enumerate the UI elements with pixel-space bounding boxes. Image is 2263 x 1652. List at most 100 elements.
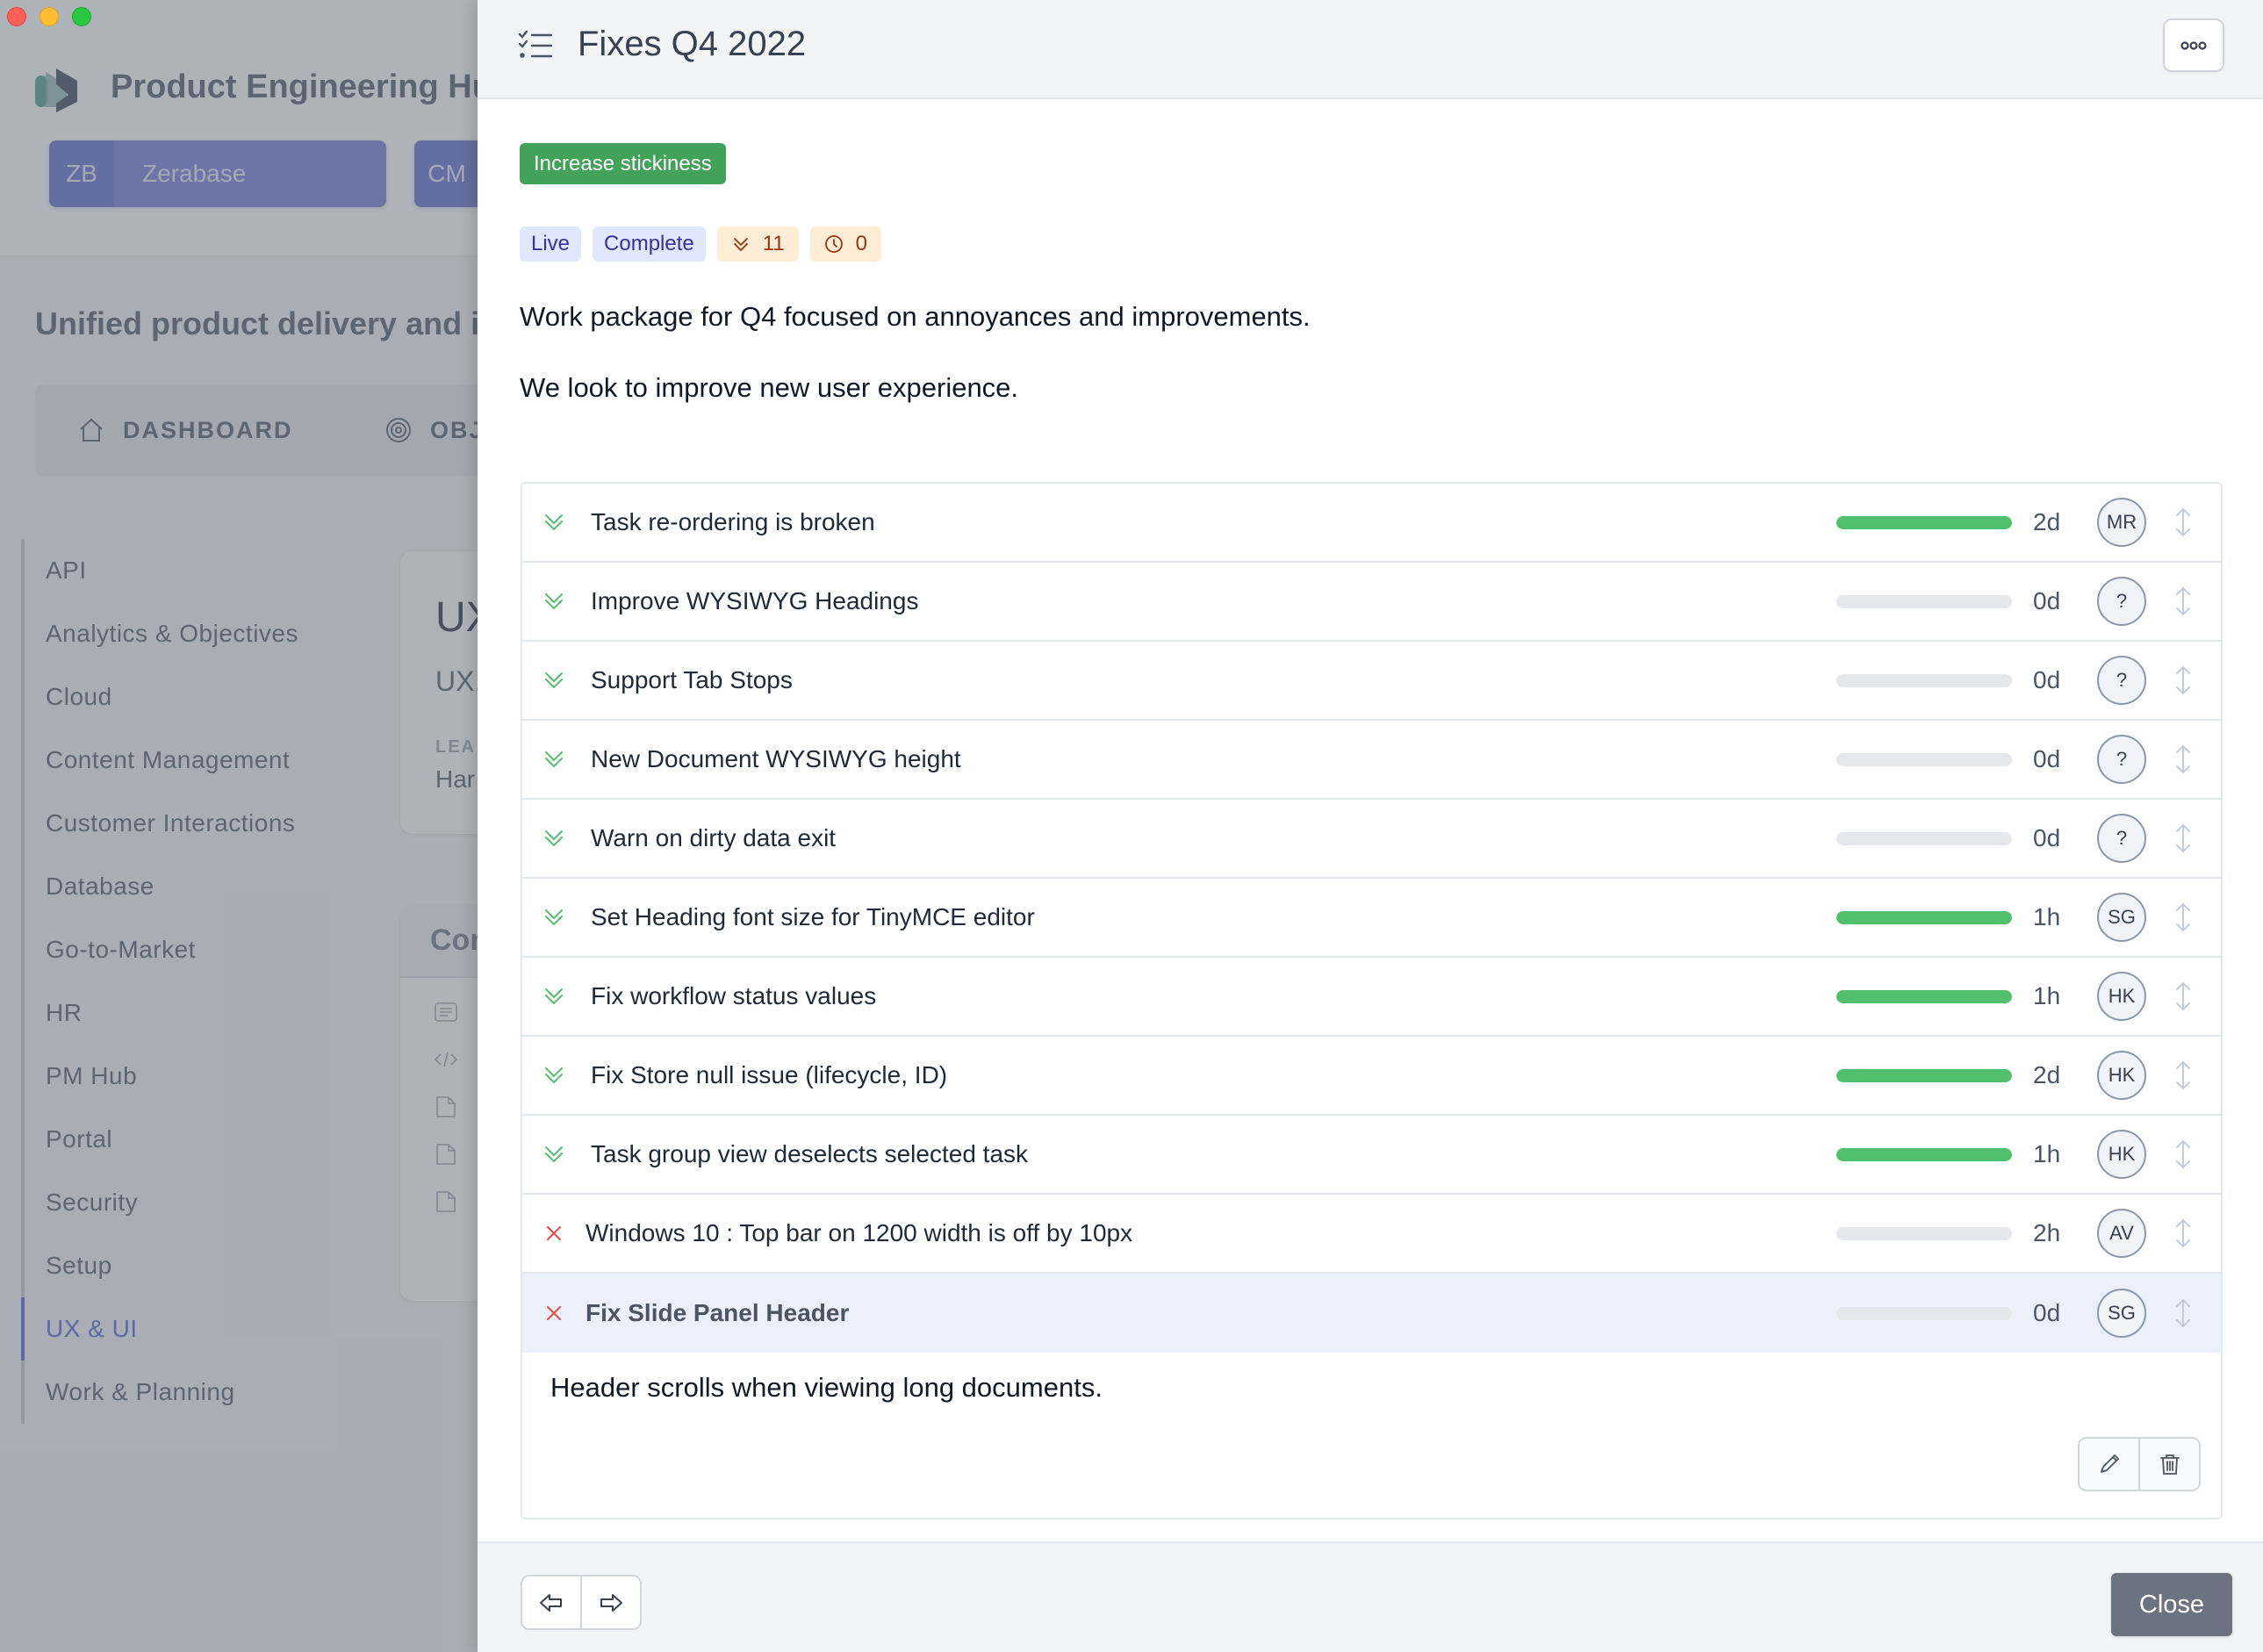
task-row[interactable]: Task group view deselects selected task 1…	[522, 1116, 2221, 1195]
drag-vertical-icon	[2176, 1060, 2190, 1090]
task-name[interactable]: Fix workflow status values	[591, 982, 876, 1010]
drag-handle[interactable]	[2173, 901, 2194, 933]
drag-vertical-icon	[2176, 1218, 2190, 1248]
drag-handle[interactable]	[2173, 1297, 2194, 1329]
badge-row: Live Complete 11 0	[520, 226, 882, 262]
task-done-status[interactable]	[540, 666, 568, 694]
checklist-icon	[518, 30, 553, 58]
assignee-avatar[interactable]: HK	[2097, 972, 2146, 1021]
task-row[interactable]: Windows 10 : Top bar on 1200 width is of…	[522, 1195, 2221, 1274]
drag-handle[interactable]	[2173, 664, 2194, 696]
double-check-icon	[545, 1067, 563, 1084]
assignee-avatar[interactable]: SG	[2097, 893, 2146, 942]
task-name[interactable]: Windows 10 : Top bar on 1200 width is of…	[586, 1219, 1132, 1247]
task-name[interactable]: Task re-ordering is broken	[591, 508, 875, 536]
task-detail: Header scrolls when viewing long documen…	[522, 1353, 2221, 1518]
drag-handle[interactable]	[2173, 822, 2194, 854]
task-done-status[interactable]	[540, 587, 568, 615]
window-minimize-button[interactable]	[40, 7, 59, 26]
task-row[interactable]: Fix Slide Panel Header 0d SG	[522, 1274, 2221, 1353]
task-duration: 2h	[2033, 1219, 2061, 1246]
task-done-status[interactable]	[540, 1140, 568, 1168]
drag-handle[interactable]	[2173, 980, 2194, 1012]
arrow-right-icon	[600, 1593, 622, 1612]
double-check-icon	[545, 514, 563, 531]
double-check-icon	[545, 988, 563, 1005]
assignee-avatar[interactable]: AV	[2097, 1209, 2146, 1258]
more-icon	[2180, 40, 2207, 50]
pending-count-badge: 0	[809, 226, 882, 262]
assignee-avatar[interactable]: SG	[2097, 1289, 2146, 1338]
task-done-status[interactable]	[540, 1061, 568, 1089]
assignee-avatar[interactable]: HK	[2097, 1130, 2146, 1179]
task-done-status[interactable]	[540, 508, 568, 536]
task-name[interactable]: Fix Slide Panel Header	[586, 1299, 849, 1327]
assignee-avatar[interactable]: ?	[2097, 656, 2146, 705]
task-name[interactable]: Fix Store null issue (lifecycle, ID)	[591, 1061, 947, 1089]
task-row[interactable]: Warn on dirty data exit 0d?	[522, 800, 2221, 879]
previous-button[interactable]	[522, 1577, 580, 1628]
drag-handle[interactable]	[2173, 506, 2194, 538]
more-menu-button[interactable]	[2163, 18, 2224, 72]
task-done-status[interactable]	[540, 824, 568, 852]
task-progress-bar	[1836, 752, 2012, 766]
task-name[interactable]: Support Tab Stops	[591, 666, 793, 694]
task-name[interactable]: Warn on dirty data exit	[591, 824, 836, 852]
arrow-left-icon	[540, 1593, 562, 1612]
task-row[interactable]: Fix workflow status values 1h HK	[522, 958, 2221, 1037]
task-failed-status[interactable]	[540, 1299, 568, 1327]
assignee-avatar[interactable]: ?	[2097, 735, 2146, 784]
drag-handle[interactable]	[2173, 743, 2194, 775]
close-button[interactable]: Close	[2111, 1573, 2232, 1636]
drag-handle[interactable]	[2173, 1059, 2194, 1091]
task-duration: 1h	[2033, 1140, 2061, 1167]
double-check-icon	[733, 238, 748, 252]
task-done-status[interactable]	[540, 982, 568, 1010]
delete-task-button[interactable]	[2138, 1439, 2199, 1490]
task-progress-fill	[1836, 910, 2012, 924]
goal-chip[interactable]: Increase stickiness	[520, 143, 726, 184]
window-zoom-button[interactable]	[72, 7, 91, 26]
task-progress-bar	[1836, 1147, 2012, 1161]
task-progress-fill	[1836, 515, 2012, 529]
drag-handle[interactable]	[2173, 1217, 2194, 1249]
task-name[interactable]: Improve WYSIWYG Headings	[591, 587, 918, 615]
drag-vertical-icon	[2176, 981, 2190, 1011]
clock-icon	[824, 235, 843, 253]
panel-title: Fixes Q4 2022	[578, 25, 807, 63]
task-row[interactable]: Set Heading font size for TinyMCE editor…	[522, 879, 2221, 958]
drag-handle[interactable]	[2173, 585, 2194, 617]
task-row[interactable]: Improve WYSIWYG Headings 0d?	[522, 563, 2221, 642]
edit-task-button[interactable]	[2080, 1439, 2138, 1490]
assignee-avatar[interactable]: ?	[2097, 577, 2146, 626]
next-button[interactable]	[580, 1577, 640, 1628]
task-duration: 0d	[2033, 666, 2061, 693]
task-name[interactable]: Set Heading font size for TinyMCE editor	[591, 903, 1035, 931]
pending-count: 0	[855, 232, 868, 255]
task-row[interactable]: Support Tab Stops 0d?	[522, 642, 2221, 721]
double-check-icon	[545, 751, 563, 768]
drag-vertical-icon	[2176, 902, 2190, 932]
task-row[interactable]: Fix Store null issue (lifecycle, ID) 2d HK	[522, 1037, 2221, 1116]
task-actions	[2078, 1437, 2201, 1491]
task-row[interactable]: New Document WYSIWYG height 0d?	[522, 721, 2221, 800]
drag-vertical-icon	[2176, 1139, 2190, 1169]
task-name[interactable]: New Document WYSIWYG height	[591, 745, 961, 773]
drag-vertical-icon	[2176, 665, 2190, 695]
task-row[interactable]: Task re-ordering is broken 2d MR	[522, 484, 2221, 563]
window-close-button[interactable]	[7, 7, 26, 26]
task-done-status[interactable]	[540, 745, 568, 773]
x-mark-icon	[547, 1226, 561, 1240]
assignee-avatar[interactable]: HK	[2097, 1051, 2146, 1100]
drag-vertical-icon	[2176, 1298, 2190, 1328]
double-check-icon	[545, 830, 563, 847]
task-progress-bar	[1836, 594, 2012, 608]
task-failed-status[interactable]	[540, 1219, 568, 1247]
task-done-status[interactable]	[540, 903, 568, 931]
assignee-avatar[interactable]: MR	[2097, 498, 2146, 547]
assignee-avatar[interactable]: ?	[2097, 814, 2146, 863]
panel-footer: Close	[478, 1541, 2263, 1652]
task-duration: 0d	[2033, 824, 2061, 851]
task-name[interactable]: Task group view deselects selected task	[591, 1140, 1028, 1168]
drag-handle[interactable]	[2173, 1138, 2194, 1170]
